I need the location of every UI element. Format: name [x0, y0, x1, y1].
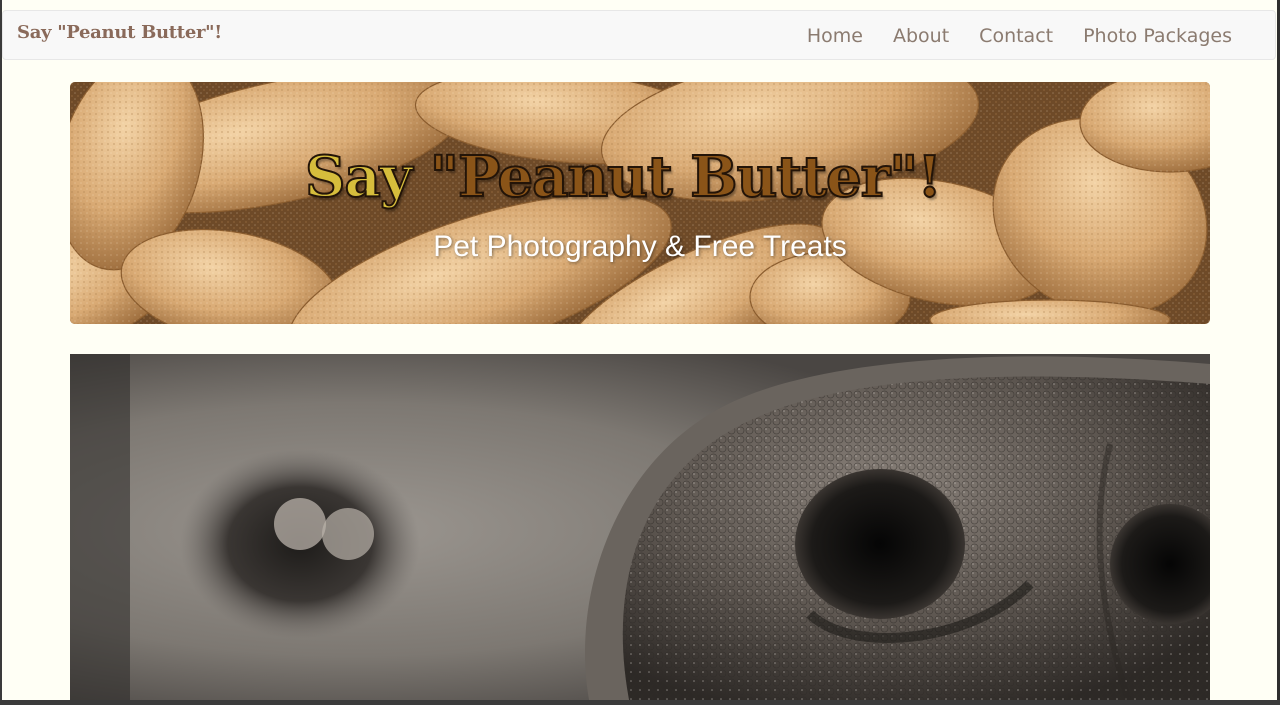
- hero-title: Say "Peanut Butter"!: [304, 142, 943, 212]
- brand-link[interactable]: Say "Peanut Butter"!: [17, 22, 222, 43]
- window-edge-left: [0, 0, 2, 705]
- nav-photo-packages-link[interactable]: Photo Packages: [1068, 11, 1247, 61]
- hero-title-peanut-butter: "Peanut Butter"!: [429, 143, 943, 211]
- nav-home-link[interactable]: Home: [792, 11, 878, 61]
- nav-about-link[interactable]: About: [878, 11, 964, 61]
- nav-menu: Home About Contact Photo Packages: [792, 11, 1247, 61]
- hero-title-say: Say: [304, 143, 430, 211]
- dog-nose-image: [70, 354, 1210, 705]
- nav-contact-link[interactable]: Contact: [964, 11, 1068, 61]
- navbar: Say "Peanut Butter"! Home About Contact …: [2, 10, 1276, 60]
- top-margin: [0, 0, 1280, 10]
- editor-status-strip: [0, 700, 1280, 705]
- feature-photo: [70, 354, 1210, 705]
- hero-subtitle: Pet Photography & Free Treats: [433, 230, 847, 263]
